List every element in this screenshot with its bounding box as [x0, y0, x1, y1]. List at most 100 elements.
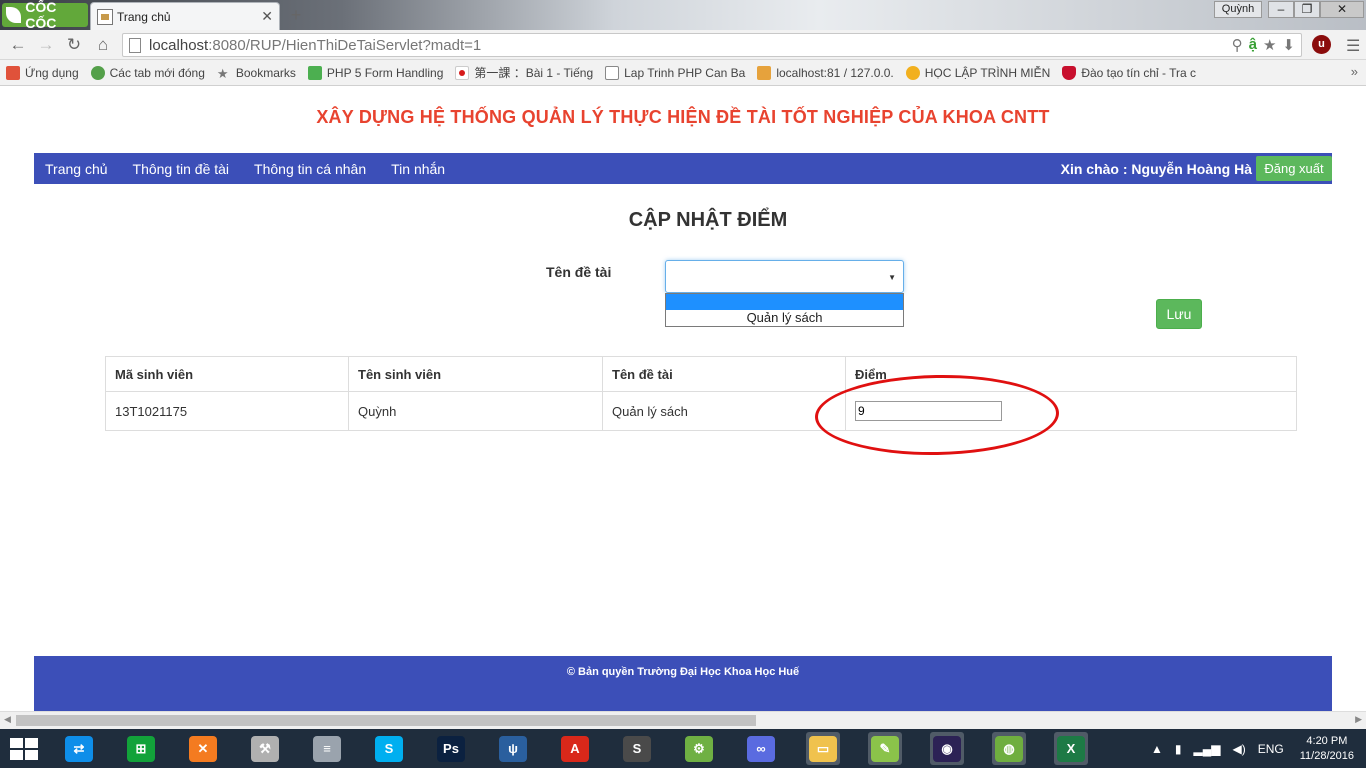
- greeting-text: Xin chào : Nguyễn Hoàng Hà: [1060, 161, 1252, 177]
- browser-menu-icon[interactable]: ☰: [1346, 36, 1360, 56]
- bookmark-item[interactable]: 第一課 ：Bài 1 - Tiếng: [455, 64, 593, 81]
- photoshop-icon[interactable]: Ps: [434, 732, 468, 765]
- bookmark-item[interactable]: Các tab mới đóng: [90, 65, 205, 80]
- tools-icon[interactable]: ⚒: [248, 732, 282, 765]
- show-hidden-icons-icon[interactable]: ▲: [1151, 742, 1163, 756]
- coccoc-glyph: ◍: [995, 735, 1023, 762]
- back-arrow-icon[interactable]: ←: [8, 35, 28, 55]
- brand-text: CỐC CỐC: [25, 0, 57, 31]
- infinity-icon[interactable]: ∞: [744, 732, 778, 765]
- sublime-icon[interactable]: S: [620, 732, 654, 765]
- reload-icon[interactable]: ↻: [64, 35, 84, 55]
- sublime-glyph: S: [623, 735, 651, 762]
- home-icon[interactable]: ⌂: [93, 35, 113, 55]
- windows-start-icon[interactable]: [10, 738, 38, 760]
- sourcetree-icon[interactable]: ψ: [496, 732, 530, 765]
- page-icon: [605, 65, 620, 80]
- file-explorer-icon[interactable]: ▭: [806, 732, 840, 765]
- page-footer: © Bản quyền Trường Đại Học Khoa Học Huế: [34, 656, 1332, 711]
- japan-flag-icon: [455, 65, 470, 80]
- download-icon[interactable]: ⬇: [1282, 36, 1295, 54]
- header-score: Điểm: [845, 356, 1297, 392]
- clock[interactable]: 4:20 PM 11/28/2016: [1300, 734, 1354, 764]
- xampp-icon[interactable]: ✕: [186, 732, 220, 765]
- tab-favicon-icon: [97, 8, 113, 25]
- excel-icon[interactable]: X: [1054, 732, 1088, 765]
- bookmark-item[interactable]: localhost:81 / 127.0.0.: [757, 65, 894, 80]
- horizontal-scrollbar[interactable]: ◀ ▶: [0, 711, 1366, 729]
- minimize-icon[interactable]: –: [1268, 1, 1294, 18]
- teamviewer-icon[interactable]: ⇄: [62, 732, 96, 765]
- bookmark-item[interactable]: ★ Bookmarks: [217, 66, 296, 81]
- score-table: Mã sinh viên Tên sinh viên Tên đề tài Đi…: [105, 356, 1297, 431]
- bookmark-label: HỌC LẬP TRÌNH MIỄN: [924, 65, 1051, 80]
- topic-dropdown-list: Quản lý sách: [665, 293, 904, 327]
- dropdown-caret-icon: ▼: [888, 273, 896, 282]
- zoom-icon[interactable]: ⚲: [1232, 36, 1243, 54]
- sourcetree-glyph: ψ: [499, 735, 527, 762]
- bookmark-item[interactable]: Ứng dụng: [6, 65, 79, 80]
- excel-glyph: X: [1057, 735, 1085, 762]
- nav-home[interactable]: Trang chủ: [45, 161, 108, 177]
- new-tab-icon[interactable]: +: [286, 5, 306, 25]
- bookmark-item[interactable]: HỌC LẬP TRÌNH MIỄN: [905, 65, 1051, 80]
- bookmark-item[interactable]: PHP 5 Form Handling: [307, 65, 443, 80]
- nav-topic-info[interactable]: Thông tin đề tài: [133, 161, 230, 177]
- tab-close-icon[interactable]: ✕: [261, 8, 273, 25]
- topic-option[interactable]: [666, 294, 903, 310]
- vietnamese-input-icon[interactable]: ậ: [1249, 36, 1257, 54]
- topic-select[interactable]: ▼: [665, 260, 904, 293]
- header-student-id: Mã sinh viên: [105, 356, 349, 392]
- acrobat-icon[interactable]: A: [558, 732, 592, 765]
- coccoc-icon[interactable]: ◍: [992, 732, 1026, 765]
- network-icon[interactable]: ▂▄▆: [1194, 742, 1221, 756]
- clock-date: 11/28/2016: [1299, 749, 1354, 762]
- scroll-right-icon[interactable]: ▶: [1355, 714, 1362, 725]
- university-icon: [1062, 65, 1077, 80]
- database-glyph: ≡: [313, 735, 341, 762]
- profile-button[interactable]: Quỳnh: [1214, 1, 1262, 18]
- logout-button[interactable]: Đăng xuất: [1256, 156, 1332, 181]
- more-bookmarks-icon[interactable]: »: [1351, 64, 1358, 79]
- url-path: :8080/RUP/HienThiDeTaiServlet?madt=1: [208, 37, 482, 54]
- eclipse-icon[interactable]: ◉: [930, 732, 964, 765]
- forward-arrow-icon[interactable]: →: [36, 35, 56, 55]
- save-button[interactable]: Lưu: [1156, 299, 1202, 329]
- cell-score: [845, 391, 1297, 431]
- topic-option[interactable]: Quản lý sách: [666, 310, 903, 326]
- android-studio-icon[interactable]: ⚙: [682, 732, 716, 765]
- table-header-row: Mã sinh viên Tên sinh viên Tên đề tài Đi…: [105, 356, 1297, 392]
- ublock-icon[interactable]: u: [1312, 35, 1331, 54]
- w3schools-icon: [307, 65, 322, 80]
- store-icon[interactable]: ⊞: [124, 732, 158, 765]
- infinity-glyph: ∞: [747, 735, 775, 762]
- coccoc-logo[interactable]: CỐC CỐC: [2, 0, 88, 31]
- browser-tab[interactable]: Trang chủ ✕: [90, 2, 280, 30]
- close-window-icon[interactable]: ✕: [1320, 1, 1364, 18]
- nav-messages[interactable]: Tin nhắn: [391, 161, 445, 177]
- tools-glyph: ⚒: [251, 735, 279, 762]
- url-text[interactable]: localhost:8080/RUP/HienThiDeTaiServlet?m…: [149, 37, 481, 54]
- scrollbar-thumb[interactable]: [16, 715, 756, 726]
- android-studio-glyph: ⚙: [685, 735, 713, 762]
- score-input[interactable]: [855, 401, 1002, 421]
- skype-icon[interactable]: S: [372, 732, 406, 765]
- phpmyadmin-icon: [757, 65, 772, 80]
- language-indicator[interactable]: ENG: [1258, 742, 1284, 756]
- scroll-left-icon[interactable]: ◀: [4, 714, 11, 725]
- file-explorer-glyph: ▭: [809, 735, 837, 762]
- recent-tabs-icon: [90, 65, 105, 80]
- page-icon: [129, 38, 141, 53]
- battery-icon[interactable]: ▮: [1175, 742, 1182, 756]
- nav-personal-info[interactable]: Thông tin cá nhân: [254, 161, 366, 177]
- windows-taskbar: ⇄ ⊞ ✕ ⚒ ≡ S Ps ψ A S ⚙ ∞ ▭ ✎ ◉ ◍ X ▲ ▮ ▂▄▆ ◀) ENG 4:20 P…: [0, 729, 1366, 768]
- bookmark-label: localhost:81 / 127.0.0.: [776, 65, 894, 80]
- bookmark-item[interactable]: Lap Trinh PHP Can Ba: [605, 65, 745, 80]
- database-icon[interactable]: ≡: [310, 732, 344, 765]
- url-bar[interactable]: localhost:8080/RUP/HienThiDeTaiServlet?m…: [122, 33, 1302, 57]
- volume-icon[interactable]: ◀): [1233, 742, 1246, 756]
- notepad-plus-icon[interactable]: ✎: [868, 732, 902, 765]
- maximize-icon[interactable]: ❐: [1294, 1, 1320, 18]
- bookmark-item[interactable]: Đào tạo tín chỉ - Tra c: [1062, 65, 1196, 80]
- bookmark-star-icon[interactable]: ★: [1263, 36, 1276, 54]
